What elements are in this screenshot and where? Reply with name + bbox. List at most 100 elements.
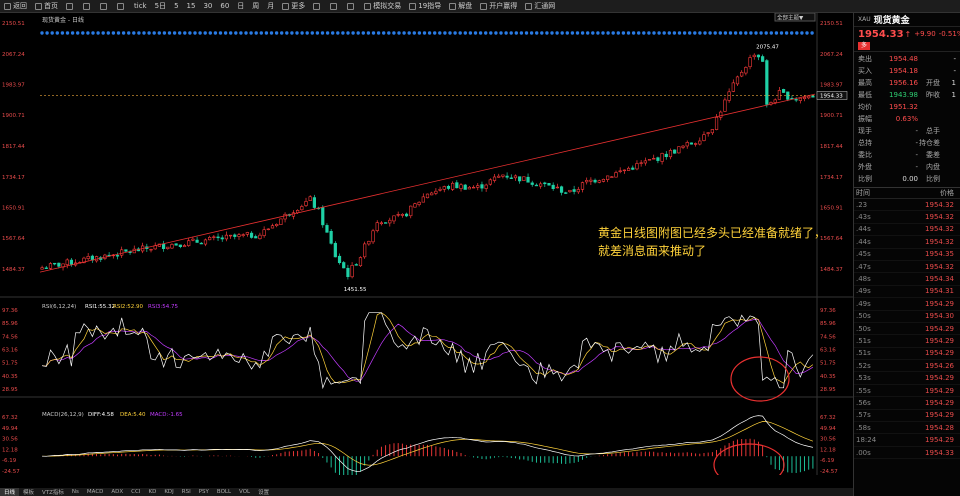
candle-body [325, 225, 329, 233]
candle-body [505, 175, 509, 178]
signal-dot [545, 31, 549, 35]
tick-row: .51s 1954.29 [854, 335, 960, 348]
macd-axis-tick-left: 30.56 [2, 437, 18, 443]
toolbar-item-22[interactable]: 开户赢得 [476, 0, 521, 13]
chart-svg[interactable]: 现货黄金 - 日线 全部主题▼ 2150.51 2150.51 2067.24 2067.… [0, 13, 853, 475]
tick-price: 1954.29 [925, 398, 954, 407]
toolbar-item-17[interactable] [326, 0, 343, 13]
toolbar-item-3[interactable] [79, 0, 96, 13]
candle-body [375, 222, 379, 231]
quote-field-value: - [953, 55, 956, 63]
indicator-tab[interactable]: Ns [68, 489, 83, 495]
candle-body [417, 201, 421, 205]
rsi-axis-tick-left: 40.35 [2, 374, 18, 380]
indicator-tab[interactable]: KDJ [160, 489, 177, 495]
tick-price: 1954.34 [925, 275, 954, 284]
candle-body [304, 201, 308, 206]
candle-body [53, 262, 57, 265]
signal-dot [713, 31, 717, 35]
indicator-tab[interactable]: 设置 [254, 488, 273, 496]
candle-body [731, 82, 735, 92]
indicator-tab[interactable]: VOL [235, 489, 254, 495]
toolbar-item-8[interactable]: 5 [170, 0, 182, 13]
candle-body [350, 265, 354, 278]
indicator-tab[interactable]: RSI [178, 489, 195, 495]
indicator-tab[interactable]: 模板 [19, 488, 38, 496]
indicator-tab[interactable]: BOLL [213, 489, 235, 495]
signal-dot [356, 31, 360, 35]
toolbar-icon [35, 2, 42, 10]
quote-row: 比例 0.00 比例 [854, 173, 960, 185]
signal-dot [698, 31, 702, 35]
toolbar-item-15[interactable]: 更多 [278, 0, 309, 13]
tick-row: .49s 1954.31 [854, 286, 960, 299]
tick-price: 1954.32 [925, 262, 954, 271]
toolbar-item-16[interactable] [309, 0, 326, 13]
signal-dot [708, 31, 712, 35]
toolbar-item-14[interactable]: 月 [263, 0, 278, 13]
kline-chart-area[interactable]: 现货黄金 - 日线 全部主题▼ 2150.51 2150.51 2067.24 2067.… [0, 13, 853, 496]
quote-row: 最高 1956.16 开盘 1 [854, 77, 960, 89]
indicator-tab[interactable]: CCI [127, 489, 144, 495]
toolbar-item-10[interactable]: 30 [199, 0, 216, 13]
signal-dot [387, 31, 391, 35]
macd-axis-tick-left: 49.94 [2, 426, 18, 432]
indicator-tab[interactable]: VTZ指标 [38, 488, 68, 496]
indicator-tab[interactable]: PSY [195, 489, 213, 495]
toolbar-item-23[interactable]: 汇通网 [521, 0, 559, 13]
candle-body [501, 174, 505, 177]
tick-time: .58s [856, 423, 871, 432]
toolbar-item-6[interactable]: tick [130, 0, 151, 13]
indicator-tab[interactable]: 日线 [0, 488, 20, 496]
tick-price: 1954.32 [925, 225, 954, 234]
signal-dot [810, 31, 814, 35]
tick-time: .43s [856, 213, 871, 222]
toolbar-item-13[interactable]: 周 [248, 0, 263, 13]
indicator-tab[interactable]: MACD [83, 489, 108, 495]
candle-body [451, 182, 455, 190]
toolbar-item-19[interactable]: 模拟交易 [360, 0, 405, 13]
candle-body [689, 142, 694, 145]
macd-header: MACD(26,12,9) [42, 412, 84, 418]
candle-body [270, 225, 275, 229]
signal-dot [489, 31, 493, 35]
toolbar-item-5[interactable] [113, 0, 130, 13]
low-annotation: 1451.55 [344, 287, 367, 293]
quote-field-label: 振幅 [858, 115, 872, 123]
price-change: +9.90 [914, 30, 936, 38]
toolbar-item-12[interactable]: 日 [233, 0, 248, 13]
toolbar-item-20[interactable]: 19指导 [405, 0, 445, 13]
macd-hist-label: MACD:-1.65 [150, 412, 183, 418]
signal-dot [535, 31, 539, 35]
signal-dot [320, 31, 325, 35]
candle-body [195, 239, 199, 243]
signal-dot [366, 31, 371, 35]
candle-body [727, 91, 731, 101]
toolbar-item-1[interactable]: 首页 [31, 0, 62, 13]
top-toolbar: 返回 首页 tick 5日 5 15 30 60 日周月 更多 模拟交易 19指导 解盘 开户赢得 汇通网 [0, 0, 960, 13]
toolbar-label: 15 [186, 2, 196, 10]
signal-dot [402, 31, 406, 35]
signal-dot [40, 31, 44, 35]
toolbar-item-0[interactable]: 返回 [0, 0, 31, 13]
candle-body [363, 243, 367, 258]
toolbar-item-9[interactable]: 15 [183, 0, 200, 13]
toolbar-item-11[interactable]: 60 [216, 0, 233, 13]
indicator-tab[interactable]: ADX [107, 489, 127, 495]
indicator-tab[interactable]: KD [144, 489, 160, 495]
toolbar-item-2[interactable] [62, 0, 79, 13]
tick-list[interactable]: .23 1954.32 .43s 1954.32 .44s 1954.32 .44s 1954… [854, 199, 960, 460]
toolbar-icon [480, 2, 488, 10]
toolbar-item-18[interactable] [343, 0, 360, 13]
toolbar-label: 5 [174, 2, 179, 10]
candle-body [618, 170, 622, 173]
signal-dot [198, 31, 202, 35]
price-axis-tick-left: 1817.44 [2, 144, 25, 150]
signal-dot [254, 31, 258, 35]
toolbar-item-7[interactable]: 5日 [151, 0, 170, 13]
long-badge[interactable]: 多 [858, 42, 871, 50]
toolbar-item-21[interactable]: 解盘 [445, 0, 476, 13]
toolbar-item-4[interactable] [96, 0, 113, 13]
signal-dot [795, 31, 799, 35]
tick-row: .57s 1954.29 [854, 410, 960, 423]
